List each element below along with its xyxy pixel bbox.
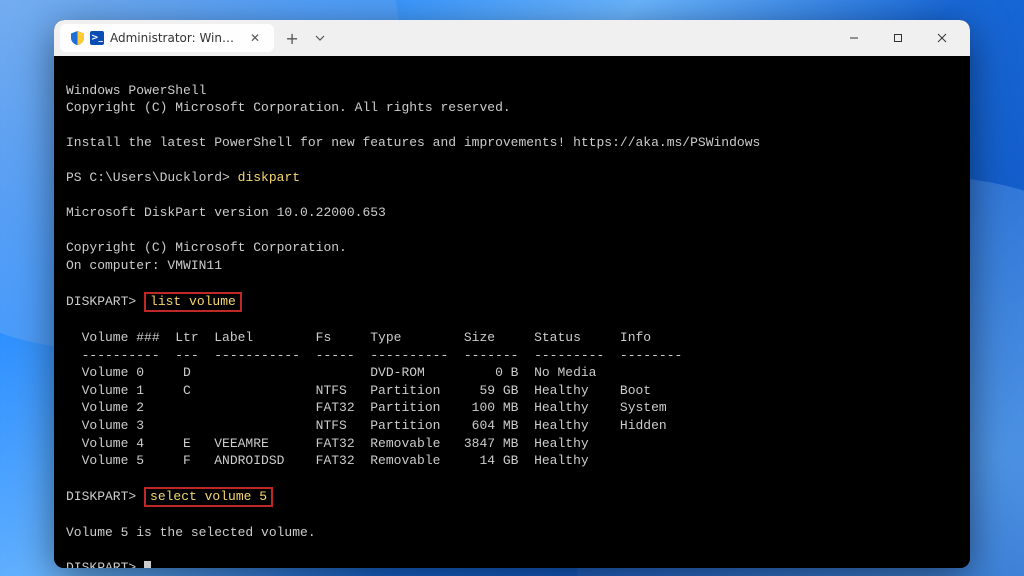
table-row: Volume 4 E VEEAMRE FAT32 Removable 3847 …: [66, 436, 589, 451]
copyright-line: Copyright (C) Microsoft Corporation.: [66, 240, 347, 255]
tab-dropdown-button[interactable]: [306, 24, 334, 52]
maximize-button[interactable]: [876, 20, 920, 56]
tab-title: Administrator: Windows Powe: [110, 31, 240, 45]
banner-line: Windows PowerShell: [66, 83, 206, 98]
tab-powershell[interactable]: >_ Administrator: Windows Powe ✕: [60, 24, 274, 52]
close-tab-button[interactable]: ✕: [246, 29, 264, 47]
selected-message: Volume 5 is the selected volume.: [66, 525, 316, 540]
close-window-button[interactable]: [920, 20, 964, 56]
table-row: Volume 2 FAT32 Partition 100 MB Healthy …: [66, 400, 667, 415]
admin-shield-icon: [70, 31, 84, 45]
prompt-line: DISKPART>: [66, 560, 151, 568]
prompt-line: DISKPART> select volume 5: [66, 489, 273, 504]
cursor: [144, 561, 151, 568]
new-tab-button[interactable]: +: [278, 24, 306, 52]
command-list-volume: list volume: [150, 294, 236, 309]
table-row: Volume 3 NTFS Partition 604 MB Healthy H…: [66, 418, 667, 433]
table-row: Volume 0 D DVD-ROM 0 B No Media: [66, 365, 597, 380]
table-row: Volume 5 F ANDROIDSD FAT32 Removable 14 …: [66, 453, 589, 468]
minimize-button[interactable]: [832, 20, 876, 56]
prompt-line: PS C:\Users\Ducklord> diskpart: [66, 170, 300, 185]
table-divider: ---------- --- ----------- ----- -------…: [66, 348, 682, 363]
terminal-output[interactable]: Windows PowerShell Copyright (C) Microso…: [54, 56, 970, 568]
tab-bar: >_ Administrator: Windows Powe ✕ +: [54, 20, 970, 56]
terminal-window: >_ Administrator: Windows Powe ✕ + Windo…: [54, 20, 970, 568]
computer-line: On computer: VMWIN11: [66, 258, 222, 273]
window-controls: [832, 20, 964, 56]
table-row: Volume 1 C NTFS Partition 59 GB Healthy …: [66, 383, 651, 398]
install-message: Install the latest PowerShell for new fe…: [66, 135, 760, 150]
highlighted-command: select volume 5: [144, 487, 273, 507]
table-header: Volume ### Ltr Label Fs Type Size Status…: [66, 330, 651, 345]
banner-line: Copyright (C) Microsoft Corporation. All…: [66, 100, 511, 115]
command-diskpart: diskpart: [238, 170, 300, 185]
diskpart-version: Microsoft DiskPart version 10.0.22000.65…: [66, 205, 386, 220]
command-select-volume: select volume 5: [150, 489, 267, 504]
highlighted-command: list volume: [144, 292, 242, 312]
powershell-icon: >_: [90, 31, 104, 45]
prompt-line: DISKPART> list volume: [66, 294, 242, 309]
